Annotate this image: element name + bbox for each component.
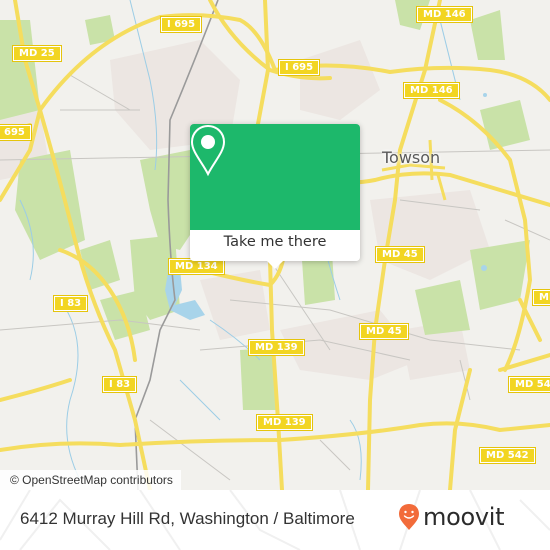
road-shield: MD 139 xyxy=(248,339,305,356)
popup-pointer xyxy=(266,260,284,269)
road-shield: I 83 xyxy=(101,376,138,393)
road-shield: MD 45 xyxy=(359,323,409,340)
address-text: 6412 Murray Hill Rd, Washington / Baltim… xyxy=(20,509,355,528)
moovit-logo[interactable]: moovit xyxy=(398,502,505,532)
city-label-towson: Towson xyxy=(382,148,441,167)
moovit-pin-icon xyxy=(399,504,419,530)
footer-bar: 6412 Murray Hill Rd, Washington / Baltim… xyxy=(0,490,550,550)
road-shield: MD 542 xyxy=(508,376,550,393)
road-shield: MD 542 xyxy=(479,447,536,464)
popup-header[interactable] xyxy=(190,124,360,230)
road-shield: MD 45 xyxy=(375,246,425,263)
road-shield: I 695 xyxy=(159,16,203,33)
road-shield: MD 139 xyxy=(256,414,313,431)
map-pin-icon xyxy=(190,124,226,177)
road-shield: MD 146 xyxy=(403,82,460,99)
road-shield: MD xyxy=(531,289,550,306)
map-attribution[interactable]: © OpenStreetMap contributors xyxy=(0,470,181,490)
road-shield: MD 146 xyxy=(416,6,473,23)
road-shield: I 83 xyxy=(52,295,89,312)
take-me-there-popup[interactable]: Take me there xyxy=(190,124,360,269)
moovit-wordmark: moovit xyxy=(423,503,505,531)
road-shield: MD 134 xyxy=(168,258,225,275)
road-shield: I 695 xyxy=(277,59,321,76)
take-me-there-button[interactable]: Take me there xyxy=(190,230,360,261)
road-shield: MD 25 xyxy=(12,45,62,62)
map-view[interactable]: Towson I 695 MD 25 695 MD 146 I 695 MD 1… xyxy=(0,0,550,490)
take-me-there-label: Take me there xyxy=(223,234,327,250)
road-shield: 695 xyxy=(0,124,32,141)
